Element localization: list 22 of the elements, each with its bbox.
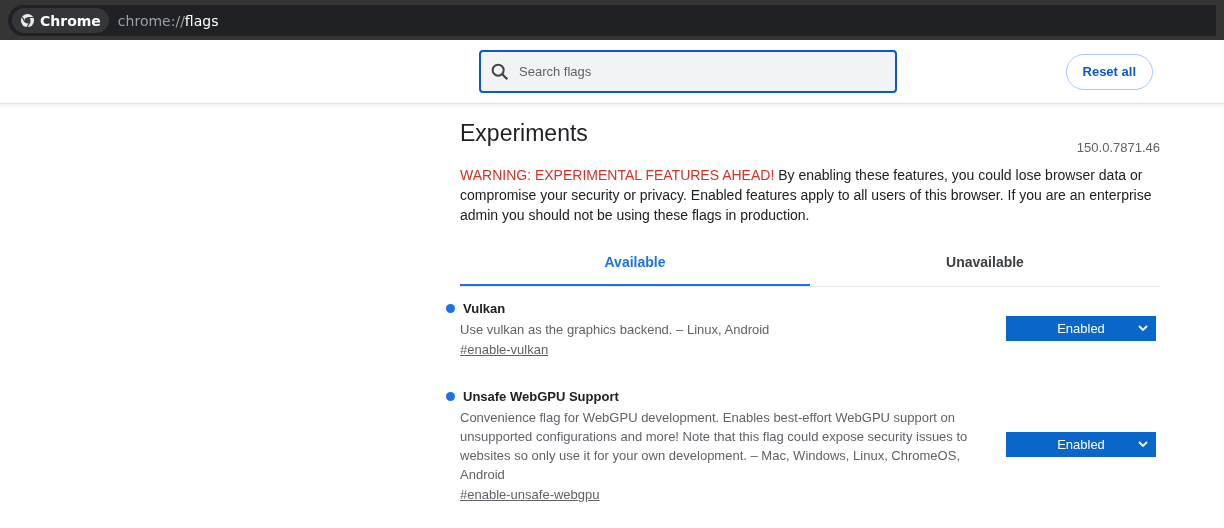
tab[interactable]: Available: [460, 240, 810, 286]
warning-paragraph: WARNING: EXPERIMENTAL FEATURES AHEAD! By enabling these features, you could lose browser data or compromise your security or privacy. Enabled features apply to all users of this browser. If you are an enterprise admin you should not be using these flags in production.: [460, 166, 1153, 225]
chevron-down-icon: [1138, 324, 1148, 331]
chrome-icon: [20, 13, 35, 28]
flag-name: Unsafe WebGPU Support: [463, 388, 619, 404]
search-field[interactable]: Search flags: [479, 50, 897, 93]
search-icon: [489, 61, 511, 83]
flag-link[interactable]: #enable-unsafe-webgpu: [460, 487, 600, 502]
address-text[interactable]: chrome://flags: [117, 12, 219, 29]
flag-name: Vulkan: [463, 300, 506, 316]
browser-chip[interactable]: Chrome: [12, 8, 109, 33]
flag-link[interactable]: #enable-vulkan: [460, 342, 549, 357]
flag-description: Convenience flag for WebGPU development. Enables best-effort WebGPU support on unsupported configurations and more! Note that this flag could expose security issues to websites so only use it for your own development. – Mac, Windows, Linux, ChromeOS, Android: [460, 409, 969, 484]
flag-description: Use vulkan as the graphics backend. – Linux, Android: [460, 321, 771, 339]
reset-all-button[interactable]: Reset all: [1065, 53, 1153, 90]
flag-state-dropdown[interactable]: Enabled: [1006, 432, 1156, 457]
address-bar[interactable]: Chrome chrome://flags: [8, 5, 1216, 36]
version-text: 150.0.7871.46: [1076, 140, 1160, 155]
page-title: Experiments: [460, 120, 588, 147]
flag-state-dropdown[interactable]: Enabled: [1006, 315, 1156, 341]
tab[interactable]: Unavailable: [810, 240, 1160, 286]
chevron-down-icon: [1138, 441, 1148, 447]
